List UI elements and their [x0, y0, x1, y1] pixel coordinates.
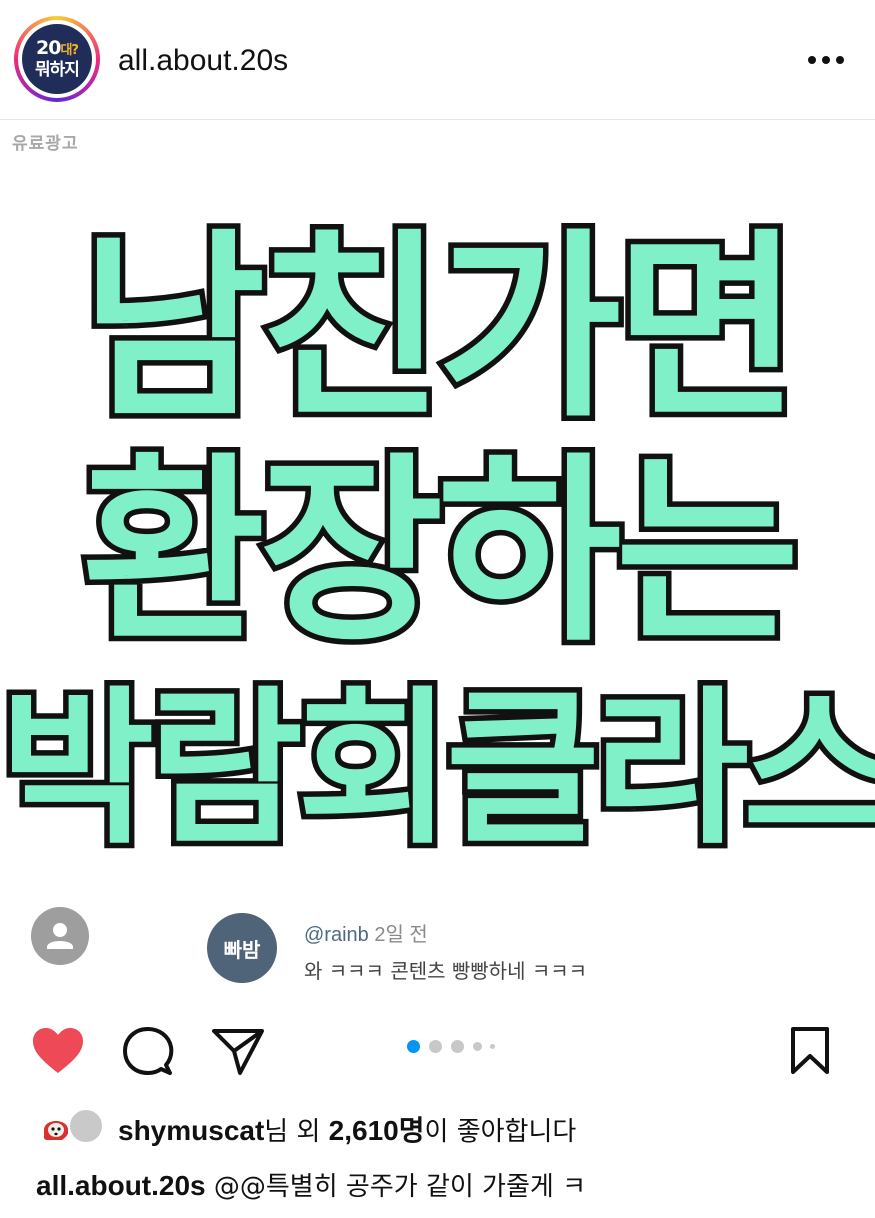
header-username[interactable]: all.about.20s [118, 44, 288, 78]
liker-username[interactable]: shymuscat [118, 1115, 264, 1146]
post-caption: all.about.20s @@특별히 공주가 같이 가줄게 ㅋ [36, 1166, 586, 1203]
likes-count[interactable]: 2,610명 [329, 1115, 425, 1146]
headline-line-2: 환장하는 [76, 436, 805, 669]
caption-text: @@특별히 공주가 같이 가줄게 ㅋ [205, 1172, 586, 1202]
user-silhouette-icon [31, 907, 89, 965]
post-image[interactable]: 유료광고 남친가면 환장하는 박람회클라스 빠밤 @rainb 2일 전 와 ㅋ… [0, 121, 875, 1016]
headline-line-3: 박람회클라스 [0, 666, 875, 873]
liker-avatar-2 [68, 1108, 104, 1144]
more-options-icon[interactable] [806, 56, 846, 66]
post-header: 20대? 뭐하지 all.about.20s [0, 0, 875, 120]
comment-meta: @rainb 2일 전 [304, 918, 428, 947]
liker-avatar [36, 1108, 72, 1144]
comment-bubble-icon[interactable] [122, 1027, 174, 1081]
send-paper-plane-icon[interactable] [211, 1026, 265, 1080]
brand-logo: 20대? 뭐하지 [22, 24, 92, 94]
caption-username[interactable]: all.about.20s [36, 1170, 206, 1201]
profile-avatar[interactable]: 20대? 뭐하지 [14, 16, 100, 102]
likes-summary[interactable]: shymuscat님 외 2,610명이 좋아합니다 [36, 1106, 856, 1148]
comment-handle: @rainb [304, 924, 369, 946]
bookmark-icon[interactable] [789, 1026, 831, 1080]
heart-filled-icon[interactable] [30, 1026, 86, 1080]
comment-text: 와 ㅋㅋㅋ 콘텐츠 빵빵하네 ㅋㅋㅋ [304, 959, 588, 983]
likes-text: shymuscat님 외 2,610명이 좋아합니다 [118, 1115, 577, 1147]
comment-avatar: 빠밤 [207, 913, 277, 983]
headline-line-1: 남친가면 [76, 212, 805, 445]
sponsored-label: 유료광고 [12, 134, 79, 154]
action-bar [0, 1018, 875, 1088]
comment-time: 2일 전 [374, 924, 428, 946]
